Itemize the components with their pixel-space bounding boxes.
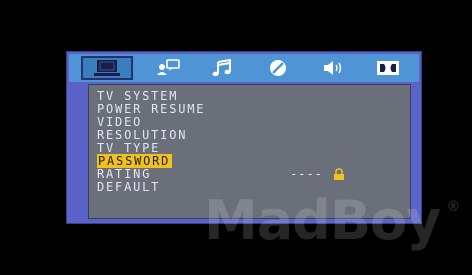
tab-speaker-setup[interactable] [313, 56, 353, 80]
tab-language-setup[interactable] [148, 56, 188, 80]
dolby-icon [376, 61, 399, 75]
lock-icon [333, 167, 345, 180]
setup-menu-window: MadBoy ® TV SYSTEM POWER RESUME VIDEO RES… [66, 51, 460, 252]
menu-panel: MadBoy ® TV SYSTEM POWER RESUME VIDEO RES… [88, 84, 460, 252]
tv-screen: MadBoy ® TV SYSTEM POWER RESUME VIDEO RES… [0, 0, 472, 275]
tab-dolby-setup[interactable] [368, 56, 408, 80]
tab-video-setup[interactable] [258, 56, 298, 80]
menu-list: TV SYSTEM POWER RESUME VIDEO RESOLUTION … [97, 90, 205, 194]
menu-tab-bar [69, 54, 419, 82]
password-value: ---- [290, 167, 345, 181]
watermark: MadBoy ® [204, 189, 460, 252]
speech-bubble-icon [156, 59, 180, 75]
tab-general-setup[interactable] [80, 56, 133, 80]
menu-item-default[interactable]: DEFAULT [97, 181, 205, 194]
password-field[interactable]: ---- [290, 167, 323, 181]
music-note-icon [212, 58, 231, 77]
tab-audio-setup[interactable] [203, 56, 243, 80]
monitor-icon [93, 60, 120, 76]
speaker-icon [323, 61, 341, 75]
disc-icon [269, 60, 286, 76]
